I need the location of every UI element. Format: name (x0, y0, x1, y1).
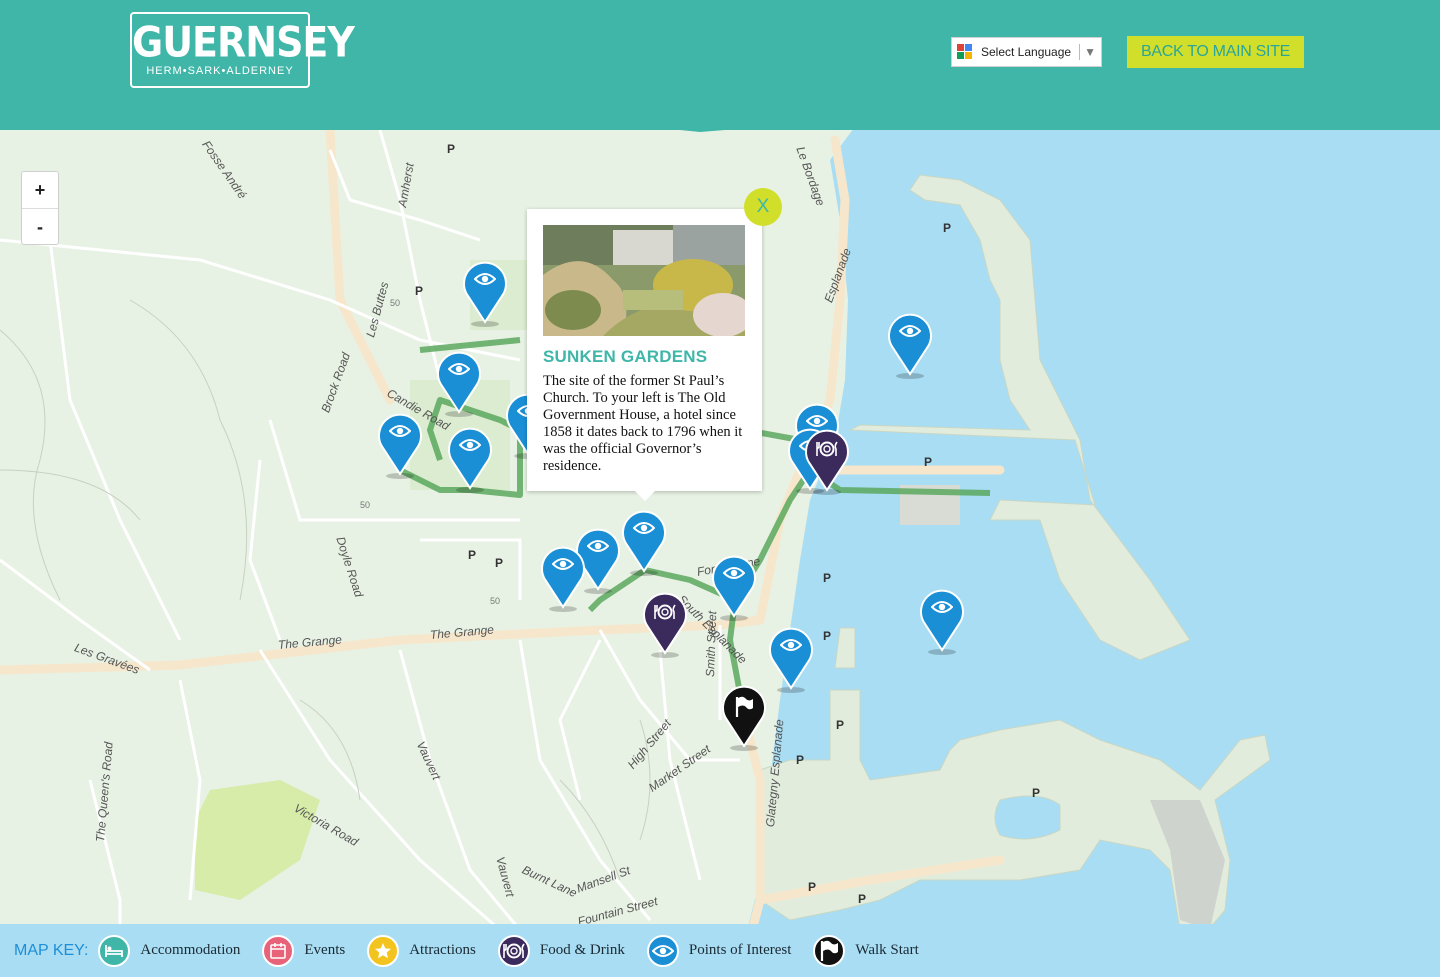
popup-description: The site of the former St Paul’s Church.… (543, 373, 743, 474)
plate-icon (642, 603, 688, 621)
parking-label: P (823, 571, 832, 585)
location-popup: SUNKEN GARDENS The site of the former St… (527, 209, 762, 501)
map-marker-poi[interactable] (711, 552, 757, 624)
sunken-gardens-photo (543, 225, 745, 336)
parking-label: P (447, 142, 456, 156)
eye-icon (377, 424, 423, 438)
map-marker-poi[interactable] (447, 424, 493, 496)
map-key-label: Points of Interest (688, 942, 792, 958)
bed-icon (98, 934, 131, 967)
parking-label: P (858, 892, 867, 906)
eye-icon (919, 600, 965, 614)
map-marker-poi[interactable] (919, 586, 965, 658)
eye-icon (768, 638, 814, 652)
eye-icon (462, 272, 508, 286)
eye-icon (711, 566, 757, 580)
plate-icon (497, 934, 530, 967)
map-key-label: Food & Drink (539, 942, 625, 958)
zoom-in-button[interactable]: + (22, 172, 58, 209)
popup-title: SUNKEN GARDENS (543, 347, 708, 366)
map-key-item[interactable]: Events (262, 934, 346, 967)
plate-icon (804, 440, 850, 458)
parking-label: P (836, 718, 845, 732)
zoom-out-button[interactable]: - (22, 209, 58, 245)
eye-icon (621, 521, 667, 535)
parking-label: P (796, 753, 805, 767)
contour-label: 50 (390, 298, 401, 308)
map-key-item[interactable]: Food & Drink (497, 934, 625, 967)
map-marker-poi[interactable] (887, 310, 933, 382)
map-marker-poi[interactable] (462, 258, 508, 330)
popup-close-button[interactable]: X (744, 188, 782, 226)
contour-label: 50 (360, 500, 371, 510)
map-key-label: Walk Start (855, 942, 919, 958)
google-translate-icon (957, 44, 973, 60)
parking-label: P (1032, 786, 1041, 800)
contour-label: 50 (490, 596, 501, 606)
map-marker-poi[interactable] (768, 624, 814, 696)
star-icon (367, 934, 400, 967)
calendar-icon (262, 934, 295, 967)
dropdown-arrow-icon: ▼ (1084, 45, 1096, 59)
eye-icon (436, 362, 482, 376)
flag-icon (721, 696, 767, 718)
flag-icon (813, 934, 846, 967)
eye-icon (887, 324, 933, 338)
eye-icon (540, 557, 586, 571)
eye-icon (447, 438, 493, 452)
map-key-item[interactable]: Walk Start (813, 934, 919, 967)
parking-label: P (943, 221, 952, 235)
map-key-item[interactable]: Points of Interest (646, 934, 792, 967)
map-marker-poi[interactable] (621, 507, 667, 579)
guernsey-logo[interactable]: GUERNSEY HERM•SARK•ALDERNEY (130, 12, 355, 88)
map-marker-poi[interactable] (436, 348, 482, 420)
parking-label: P (468, 548, 477, 562)
logo-title: GUERNSEY (132, 17, 355, 67)
zoom-control[interactable]: + - (21, 171, 59, 245)
map-marker-food[interactable] (804, 426, 850, 498)
parking-label: P (924, 455, 933, 469)
back-to-main-site-button[interactable]: BACK TO MAIN SITE (1127, 36, 1304, 68)
map-marker-food[interactable] (642, 589, 688, 661)
map-marker-poi[interactable] (540, 543, 586, 615)
site-header: GUERNSEY HERM•SARK•ALDERNEY Select Langu… (0, 0, 1440, 132)
map-key-item[interactable]: Accommodation (98, 934, 241, 967)
torn-edge (0, 92, 1440, 132)
map-key-title: MAP KEY: (14, 941, 89, 959)
map-key-items: Accommodation Events Attractions Food & Dri… (98, 934, 940, 967)
parking-label: P (808, 880, 817, 894)
map-key: MAP KEY: Accommodation Events Attractions F… (0, 924, 1440, 977)
divider (1079, 44, 1081, 60)
language-select-label: Select Language (981, 45, 1072, 59)
map-key-label: Attractions (409, 942, 476, 958)
parking-label: P (495, 556, 504, 570)
map-marker-start[interactable] (721, 682, 767, 754)
map-marker-poi[interactable] (377, 410, 423, 482)
map-key-label: Events (304, 942, 346, 958)
map-key-label: Accommodation (140, 942, 241, 958)
parking-label: P (415, 284, 424, 298)
eye-icon (646, 934, 679, 967)
map-key-item[interactable]: Attractions (367, 934, 476, 967)
parking-label: P (823, 629, 832, 643)
harbour-basin (994, 795, 1061, 840)
language-select[interactable]: Select Language ▼ (951, 37, 1102, 67)
